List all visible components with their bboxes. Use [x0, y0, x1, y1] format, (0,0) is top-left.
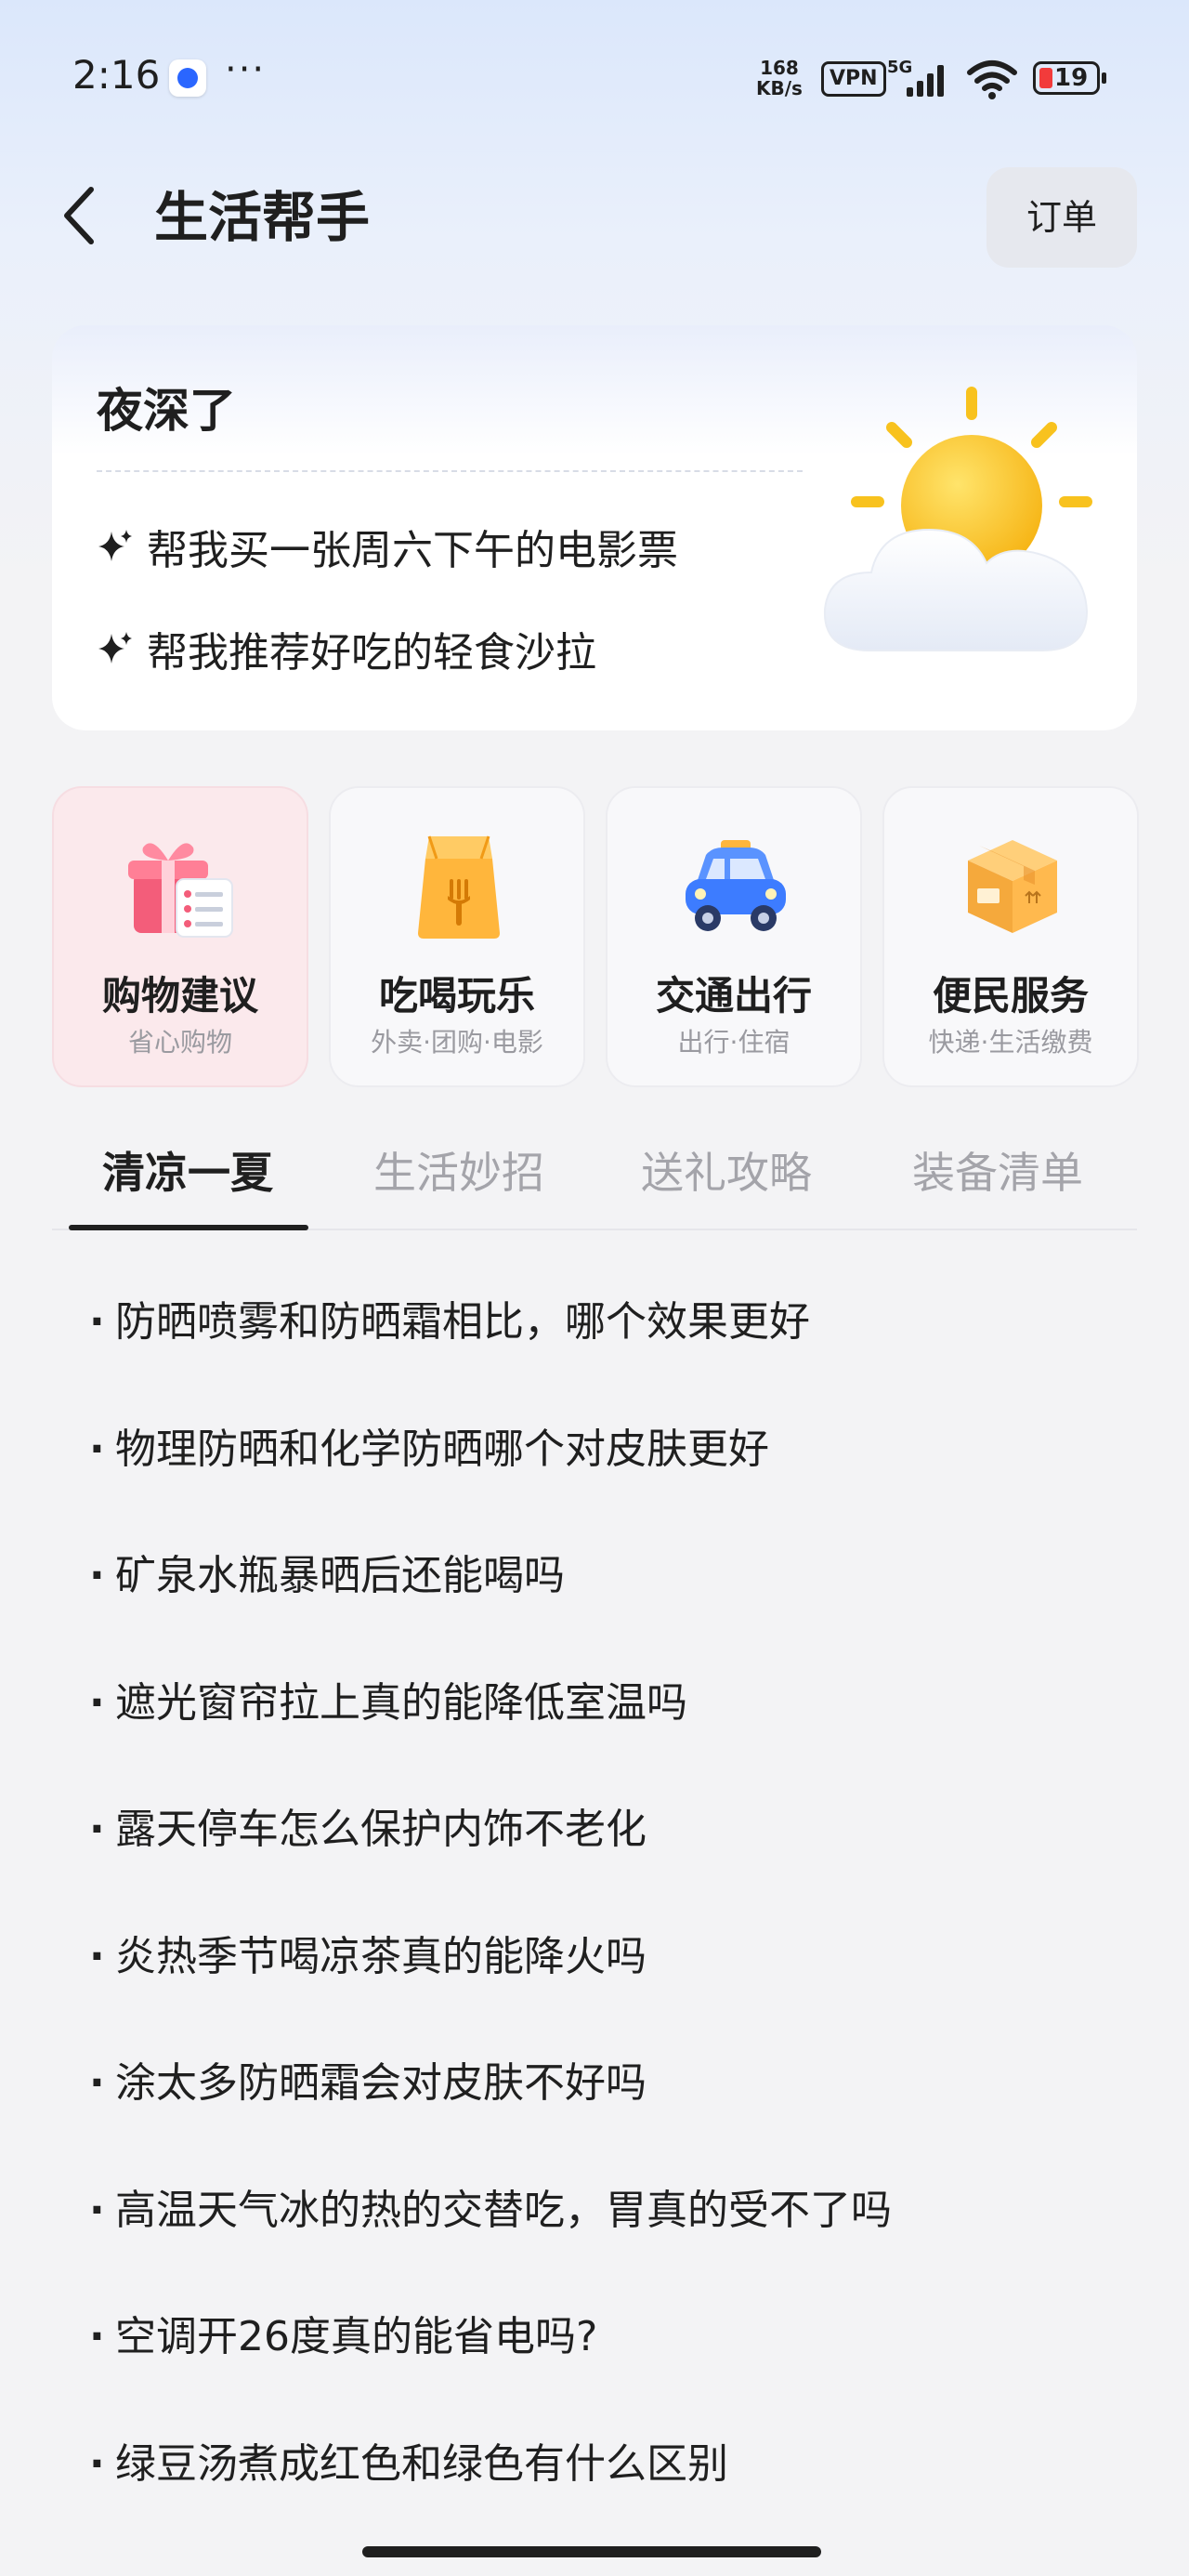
- question-text: 炎热季节喝凉茶真的能降火吗: [115, 1932, 647, 1980]
- bullet: ·: [89, 2186, 105, 2234]
- bullet: ·: [89, 2313, 105, 2360]
- suggestion-item[interactable]: 帮我买一张周六下午的电影票: [97, 517, 678, 576]
- category-title: 购物建议: [101, 973, 258, 1019]
- tab-summer[interactable]: 清凉一夏: [102, 1139, 273, 1201]
- list-item[interactable]: · 空调开26度真的能省电吗?: [89, 2305, 1111, 2432]
- category-subtitle: 外卖·团购·电影: [371, 1027, 543, 1058]
- tab-life-tips[interactable]: 生活妙招: [373, 1139, 544, 1201]
- vpn-badge: VPN: [821, 61, 886, 97]
- list-item[interactable]: · 炎热季节喝凉茶真的能降火吗: [89, 1925, 1111, 2052]
- home-indicator[interactable]: [362, 2546, 821, 2557]
- question-text: 空调开26度真的能省电吗?: [115, 2313, 598, 2360]
- topic-tabs: 清凉一夏 生活妙招 送礼攻略 装备清单: [52, 1121, 1137, 1230]
- question-text: 防晒喷雾和防晒霜相比，哪个效果更好: [115, 1298, 810, 1346]
- list-item[interactable]: · 矿泉水瓶暴晒后还能喝吗: [89, 1544, 1111, 1671]
- gift-icon: [128, 843, 233, 938]
- suggestion-text: 帮我买一张周六下午的电影票: [147, 527, 678, 574]
- suggestion-text: 帮我推荐好吃的轻食沙拉: [147, 629, 596, 677]
- tab-gift-guide[interactable]: 送礼攻略: [641, 1139, 812, 1201]
- network-speed-value: 168: [760, 57, 799, 79]
- status-time: 2:16: [72, 52, 161, 98]
- network-speed: 168 KB/s: [756, 58, 803, 99]
- list-item[interactable]: · 绿豆汤煮成红色和绿色有什么区别: [89, 2432, 1111, 2559]
- category-shopping[interactable]: 购物建议 省心购物: [52, 786, 308, 1087]
- battery-icon: 19: [1033, 61, 1106, 95]
- signal-icon: [907, 63, 953, 97]
- category-title: 吃喝玩乐: [378, 973, 535, 1019]
- question-text: 矿泉水瓶暴晒后还能喝吗: [115, 1552, 565, 1599]
- category-food[interactable]: 吃喝玩乐 外卖·团购·电影: [329, 786, 585, 1087]
- tab-gear-list[interactable]: 装备清单: [912, 1139, 1083, 1201]
- list-item[interactable]: · 防晒喷雾和防晒霜相比，哪个效果更好: [89, 1290, 1111, 1417]
- status-bar: 2:16 ··· 168 KB/s VPN 5G 19: [0, 0, 1189, 158]
- question-text: 高温天气冰的热的交替吃，胃真的受不了吗: [115, 2186, 892, 2234]
- battery-level: [1039, 68, 1052, 88]
- category-subtitle: 省心购物: [127, 1027, 232, 1058]
- category-title: 便民服务: [932, 973, 1089, 1019]
- list-item[interactable]: · 高温天气冰的热的交替吃，胃真的受不了吗: [89, 2178, 1111, 2306]
- bullet: ·: [89, 1298, 105, 1346]
- app-notification-icon: [169, 59, 206, 97]
- wifi-icon: [967, 60, 1017, 99]
- back-arrow-icon[interactable]: [56, 182, 102, 249]
- bullet: ·: [89, 1806, 105, 1853]
- question-text: 物理防晒和化学防晒哪个对皮肤更好: [115, 1425, 769, 1473]
- category-transport[interactable]: 交通出行 出行·住宿: [606, 786, 862, 1087]
- bullet: ·: [89, 1552, 105, 1599]
- suggestion-item[interactable]: 帮我推荐好吃的轻食沙拉: [97, 619, 596, 678]
- greeting-card: 夜深了 帮我买一张周六下午的电影票 帮我推荐好吃的轻食沙拉: [52, 325, 1137, 730]
- active-tab-indicator: [69, 1225, 308, 1230]
- bullet: ·: [89, 1425, 105, 1473]
- list-item[interactable]: · 涂太多防晒霜会对皮肤不好吗: [89, 2051, 1111, 2178]
- sparkle-icon: [98, 530, 132, 561]
- greeting-title: 夜深了: [97, 384, 236, 438]
- bullet: ·: [89, 2059, 105, 2107]
- more-notifications-icon: ···: [225, 48, 267, 91]
- page-title: 生活帮手: [154, 186, 371, 249]
- list-item[interactable]: · 物理防晒和化学防晒哪个对皮肤更好: [89, 1417, 1111, 1544]
- question-text: 涂太多防晒霜会对皮肤不好吗: [115, 2059, 647, 2107]
- package-icon: [968, 840, 1057, 933]
- question-list: · 防晒喷雾和防晒霜相比，哪个效果更好 · 物理防晒和化学防晒哪个对皮肤更好 · 矿泉…: [89, 1290, 1111, 2558]
- category-title: 交通出行: [655, 973, 812, 1019]
- bullet: ·: [89, 2439, 105, 2488]
- list-item[interactable]: · 遮光窗帘拉上真的能降低室温吗: [89, 1671, 1111, 1798]
- question-text: 绿豆汤煮成红色和绿色有什么区别: [115, 2439, 728, 2488]
- category-subtitle: 出行·住宿: [677, 1027, 790, 1058]
- divider: [97, 470, 803, 472]
- sparkle-icon: [98, 632, 132, 664]
- network-speed-unit: KB/s: [756, 77, 803, 99]
- sun-cloud-icon: [823, 387, 1092, 651]
- battery-percent: 19: [1054, 64, 1089, 92]
- bullet: ·: [89, 1932, 105, 1980]
- question-text: 遮光窗帘拉上真的能降低室温吗: [115, 1678, 687, 1727]
- bullet: ·: [89, 1678, 105, 1727]
- list-item[interactable]: · 露天停车怎么保护内饰不老化: [89, 1797, 1111, 1925]
- category-subtitle: 快递·生活缴费: [928, 1027, 1093, 1058]
- taxi-icon: [686, 840, 786, 931]
- question-text: 露天停车怎么保护内饰不老化: [115, 1806, 647, 1853]
- order-button[interactable]: 订单: [986, 167, 1137, 268]
- category-services[interactable]: 便民服务 快递·生活缴费: [882, 786, 1139, 1087]
- food-bag-icon: [418, 835, 500, 939]
